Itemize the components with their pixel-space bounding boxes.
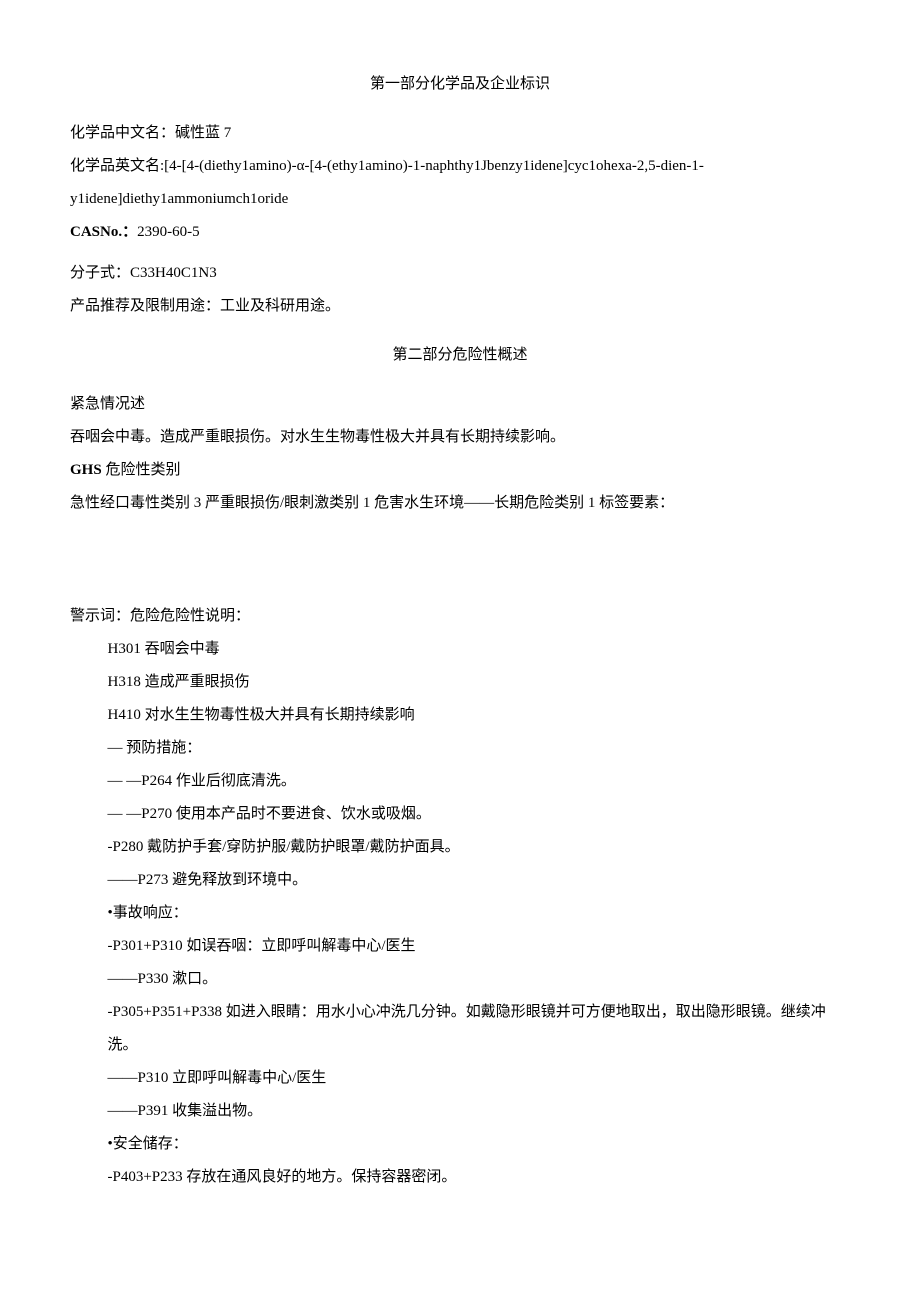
cas-label: CASNo.： [70, 224, 137, 240]
usage-value: 工业及科研用途。 [220, 298, 340, 314]
formula-value: C33H40C1N3 [130, 265, 217, 281]
formula-label: 分子式： [70, 265, 130, 281]
formula-row: 分子式：C33H40C1N3 [70, 257, 850, 290]
response-item: -P301+P310 如误吞咽：立即呼叫解毒中心/医生 [70, 930, 850, 963]
english-name-label: 化学品英文名: [70, 158, 164, 174]
prevention-item: — —P270 使用本产品时不要进食、饮水或吸烟。 [70, 798, 850, 831]
prevention-item: ——P273 避免释放到环境中。 [70, 864, 850, 897]
storage-item: -P403+P233 存放在通风良好的地方。保持容器密闭。 [70, 1161, 850, 1194]
prevention-item: — —P264 作业后彻底清洗。 [70, 765, 850, 798]
emergency-desc: 吞咽会中毒。造成严重眼损伤。对水生生物毒性极大并具有长期持续影响。 [70, 421, 850, 454]
cas-row: CASNo.：2390-60-5 [70, 216, 850, 249]
section2-title: 第二部分危险性概述 [70, 339, 850, 372]
hazard-item: H301 吞咽会中毒 [70, 633, 850, 666]
chinese-name-row: 化学品中文名：碱性蓝 7 [70, 117, 850, 150]
english-name-row: 化学品英文名:[4-[4-(diethy1amino)-α-[4-(ethy1a… [70, 150, 850, 183]
prevention-title: — 预防措施： [70, 732, 850, 765]
ghs-title: GHS 危险性类别 [70, 454, 850, 487]
chinese-name-value: 碱性蓝 7 [175, 125, 231, 141]
response-item: ——P391 收集溢出物。 [70, 1095, 850, 1128]
signal-word: 警示词：危险危险性说明： [70, 600, 850, 633]
ghs-desc: 急性经口毒性类别 3 严重眼损伤/眼刺激类别 1 危害水生环境——长期危险类别 … [70, 487, 850, 520]
emergency-title: 紧急情况述 [70, 388, 850, 421]
prevention-item: -P280 戴防护手套/穿防护服/戴防护眼罩/戴防护面具。 [70, 831, 850, 864]
storage-title: •安全储存： [70, 1128, 850, 1161]
chinese-name-label: 化学品中文名： [70, 125, 175, 141]
usage-label: 产品推荐及限制用途： [70, 298, 220, 314]
response-item: ——P330 漱口。 [70, 963, 850, 996]
section1-title: 第一部分化学品及企业标识 [70, 68, 850, 101]
response-item: -P305+P351+P338 如进入眼睛：用水小心冲洗几分钟。如戴隐形眼镜并可… [70, 996, 850, 1062]
hazard-item: H410 对水生生物毒性极大并具有长期持续影响 [70, 699, 850, 732]
english-name-value1: [4-[4-(diethy1amino)-α-[4-(ethy1amino)-1… [164, 158, 704, 174]
english-name-value2: y1idene]diethy1ammoniumch1oride [70, 183, 850, 216]
hazard-item: H318 造成严重眼损伤 [70, 666, 850, 699]
usage-row: 产品推荐及限制用途：工业及科研用途。 [70, 290, 850, 323]
response-title: •事故响应： [70, 897, 850, 930]
cas-value: 2390-60-5 [137, 224, 200, 240]
response-item: ——P310 立即呼叫解毒中心/医生 [70, 1062, 850, 1095]
